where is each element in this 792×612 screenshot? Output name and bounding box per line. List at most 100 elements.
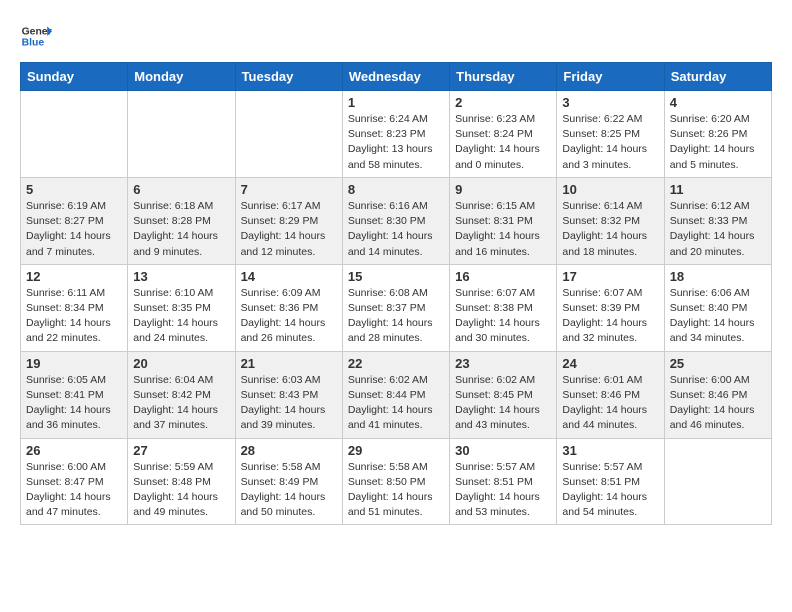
day-number: 23 — [455, 356, 551, 371]
calendar-day-cell: 14 Sunrise: 6:09 AMSunset: 8:36 PMDayligh… — [235, 264, 342, 351]
weekday-header-tuesday: Tuesday — [235, 63, 342, 91]
calendar-day-cell: 25 Sunrise: 6:00 AMSunset: 8:46 PMDayligh… — [664, 351, 771, 438]
day-number: 14 — [241, 269, 337, 284]
svg-text:Blue: Blue — [22, 38, 45, 49]
day-info: Sunrise: 6:17 AMSunset: 8:29 PMDaylight:… — [241, 199, 337, 260]
day-number: 22 — [348, 356, 444, 371]
calendar-day-cell: 1Sunrise: 6:24 AMSunset: 8:23 PMDaylight… — [342, 91, 449, 178]
calendar-day-cell: 31 Sunrise: 5:57 AMSunset: 8:51 PMDayligh… — [557, 438, 664, 525]
day-number: 15 — [348, 269, 444, 284]
day-number: 18 — [670, 269, 766, 284]
calendar-day-cell: 19 Sunrise: 6:05 AMSunset: 8:41 PMDayligh… — [21, 351, 128, 438]
calendar-day-cell: 12 Sunrise: 6:11 AMSunset: 8:34 PMDayligh… — [21, 264, 128, 351]
day-info: Sunrise: 6:20 AMSunset: 8:26 PMDaylight:… — [670, 112, 766, 173]
day-info: Sunrise: 6:01 AMSunset: 8:46 PMDaylight:… — [562, 373, 658, 434]
day-number: 25 — [670, 356, 766, 371]
day-info: Sunrise: 6:18 AMSunset: 8:28 PMDaylight:… — [133, 199, 229, 260]
calendar-day-cell: 30Sunrise: 5:57 AMSunset: 8:51 PMDayligh… — [450, 438, 557, 525]
calendar-day-cell: 23 Sunrise: 6:02 AMSunset: 8:45 PMDayligh… — [450, 351, 557, 438]
day-info: Sunrise: 6:08 AMSunset: 8:37 PMDaylight:… — [348, 286, 444, 347]
calendar-day-cell — [21, 91, 128, 178]
day-number: 27 — [133, 443, 229, 458]
day-number: 16 — [455, 269, 551, 284]
day-number: 21 — [241, 356, 337, 371]
logo: General Blue — [20, 20, 52, 52]
calendar-day-cell: 22Sunrise: 6:02 AMSunset: 8:44 PMDayligh… — [342, 351, 449, 438]
calendar-week-row: 12 Sunrise: 6:11 AMSunset: 8:34 PMDayligh… — [21, 264, 772, 351]
day-info: Sunrise: 6:23 AMSunset: 8:24 PMDaylight:… — [455, 112, 551, 173]
day-number: 2 — [455, 95, 551, 110]
day-number: 13 — [133, 269, 229, 284]
day-number: 29 — [348, 443, 444, 458]
calendar-day-cell: 8 Sunrise: 6:16 AMSunset: 8:30 PMDaylight… — [342, 177, 449, 264]
calendar-day-cell: 26Sunrise: 6:00 AMSunset: 8:47 PMDayligh… — [21, 438, 128, 525]
day-number: 8 — [348, 182, 444, 197]
day-number: 28 — [241, 443, 337, 458]
day-number: 19 — [26, 356, 122, 371]
weekday-header-wednesday: Wednesday — [342, 63, 449, 91]
day-info: Sunrise: 6:22 AMSunset: 8:25 PMDaylight:… — [562, 112, 658, 173]
day-number: 30 — [455, 443, 551, 458]
day-info: Sunrise: 5:57 AMSunset: 8:51 PMDaylight:… — [562, 460, 658, 521]
day-number: 5 — [26, 182, 122, 197]
logo-icon: General Blue — [20, 20, 52, 52]
calendar-day-cell: 4 Sunrise: 6:20 AMSunset: 8:26 PMDaylight… — [664, 91, 771, 178]
calendar-day-cell: 17Sunrise: 6:07 AMSunset: 8:39 PMDayligh… — [557, 264, 664, 351]
calendar-day-cell: 11 Sunrise: 6:12 AMSunset: 8:33 PMDayligh… — [664, 177, 771, 264]
day-info: Sunrise: 6:15 AMSunset: 8:31 PMDaylight:… — [455, 199, 551, 260]
calendar-day-cell: 5 Sunrise: 6:19 AMSunset: 8:27 PMDaylight… — [21, 177, 128, 264]
calendar-day-cell: 13 Sunrise: 6:10 AMSunset: 8:35 PMDayligh… — [128, 264, 235, 351]
calendar-week-row: 26Sunrise: 6:00 AMSunset: 8:47 PMDayligh… — [21, 438, 772, 525]
day-number: 12 — [26, 269, 122, 284]
calendar-day-cell: 21 Sunrise: 6:03 AMSunset: 8:43 PMDayligh… — [235, 351, 342, 438]
day-info: Sunrise: 6:12 AMSunset: 8:33 PMDaylight:… — [670, 199, 766, 260]
calendar-day-cell: 2 Sunrise: 6:23 AMSunset: 8:24 PMDaylight… — [450, 91, 557, 178]
calendar-day-cell — [664, 438, 771, 525]
day-info: Sunrise: 6:11 AMSunset: 8:34 PMDaylight:… — [26, 286, 122, 347]
day-number: 7 — [241, 182, 337, 197]
calendar-day-cell: 29Sunrise: 5:58 AMSunset: 8:50 PMDayligh… — [342, 438, 449, 525]
day-info: Sunrise: 6:14 AMSunset: 8:32 PMDaylight:… — [562, 199, 658, 260]
calendar-day-cell: 28Sunrise: 5:58 AMSunset: 8:49 PMDayligh… — [235, 438, 342, 525]
calendar-day-cell: 9Sunrise: 6:15 AMSunset: 8:31 PMDaylight… — [450, 177, 557, 264]
day-info: Sunrise: 6:05 AMSunset: 8:41 PMDaylight:… — [26, 373, 122, 434]
calendar-day-cell: 7 Sunrise: 6:17 AMSunset: 8:29 PMDaylight… — [235, 177, 342, 264]
calendar-day-cell: 20Sunrise: 6:04 AMSunset: 8:42 PMDayligh… — [128, 351, 235, 438]
calendar-day-cell: 27 Sunrise: 5:59 AMSunset: 8:48 PMDayligh… — [128, 438, 235, 525]
calendar-day-cell: 16 Sunrise: 6:07 AMSunset: 8:38 PMDayligh… — [450, 264, 557, 351]
calendar-week-row: 1Sunrise: 6:24 AMSunset: 8:23 PMDaylight… — [21, 91, 772, 178]
day-number: 6 — [133, 182, 229, 197]
calendar-day-cell: 18 Sunrise: 6:06 AMSunset: 8:40 PMDayligh… — [664, 264, 771, 351]
weekday-header-monday: Monday — [128, 63, 235, 91]
day-info: Sunrise: 5:59 AMSunset: 8:48 PMDaylight:… — [133, 460, 229, 521]
weekday-header-saturday: Saturday — [664, 63, 771, 91]
weekday-header-sunday: Sunday — [21, 63, 128, 91]
day-number: 24 — [562, 356, 658, 371]
day-info: Sunrise: 6:10 AMSunset: 8:35 PMDaylight:… — [133, 286, 229, 347]
weekday-header-friday: Friday — [557, 63, 664, 91]
calendar-day-cell — [128, 91, 235, 178]
day-number: 31 — [562, 443, 658, 458]
weekday-header-row: SundayMondayTuesdayWednesdayThursdayFrid… — [21, 63, 772, 91]
day-number: 17 — [562, 269, 658, 284]
day-number: 20 — [133, 356, 229, 371]
calendar-day-cell: 10 Sunrise: 6:14 AMSunset: 8:32 PMDayligh… — [557, 177, 664, 264]
calendar-day-cell: 24 Sunrise: 6:01 AMSunset: 8:46 PMDayligh… — [557, 351, 664, 438]
day-info: Sunrise: 6:16 AMSunset: 8:30 PMDaylight:… — [348, 199, 444, 260]
day-info: Sunrise: 6:06 AMSunset: 8:40 PMDaylight:… — [670, 286, 766, 347]
day-info: Sunrise: 6:09 AMSunset: 8:36 PMDaylight:… — [241, 286, 337, 347]
day-number: 11 — [670, 182, 766, 197]
calendar-week-row: 19 Sunrise: 6:05 AMSunset: 8:41 PMDayligh… — [21, 351, 772, 438]
day-number: 4 — [670, 95, 766, 110]
day-info: Sunrise: 6:19 AMSunset: 8:27 PMDaylight:… — [26, 199, 122, 260]
day-number: 1 — [348, 95, 444, 110]
calendar-day-cell: 3Sunrise: 6:22 AMSunset: 8:25 PMDaylight… — [557, 91, 664, 178]
day-number: 10 — [562, 182, 658, 197]
day-info: Sunrise: 6:00 AMSunset: 8:46 PMDaylight:… — [670, 373, 766, 434]
calendar-day-cell: 6 Sunrise: 6:18 AMSunset: 8:28 PMDaylight… — [128, 177, 235, 264]
day-info: Sunrise: 6:07 AMSunset: 8:38 PMDaylight:… — [455, 286, 551, 347]
day-info: Sunrise: 6:02 AMSunset: 8:45 PMDaylight:… — [455, 373, 551, 434]
weekday-header-thursday: Thursday — [450, 63, 557, 91]
day-info: Sunrise: 6:00 AMSunset: 8:47 PMDaylight:… — [26, 460, 122, 521]
day-info: Sunrise: 6:03 AMSunset: 8:43 PMDaylight:… — [241, 373, 337, 434]
